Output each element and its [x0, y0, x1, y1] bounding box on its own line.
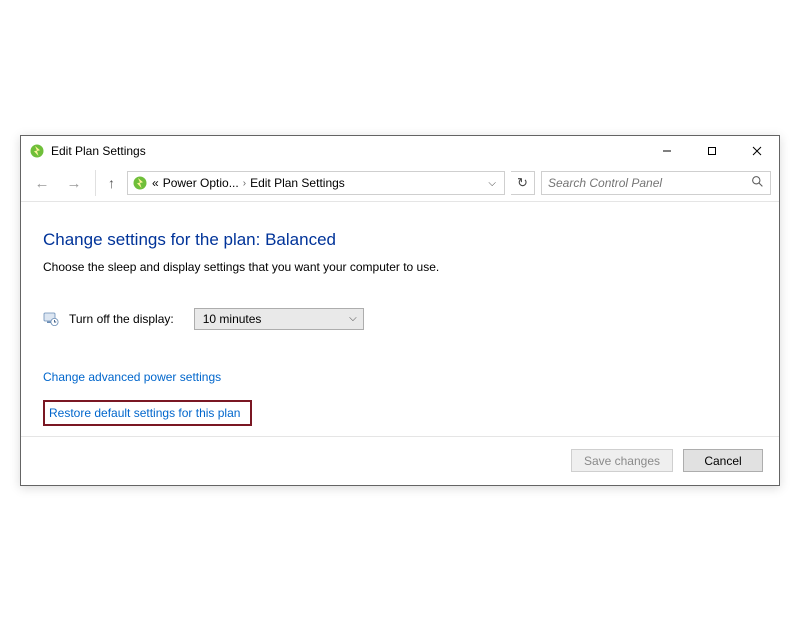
- address-bar[interactable]: « Power Optio... › Edit Plan Settings ⌵: [127, 171, 505, 195]
- page-heading: Change settings for the plan: Balanced: [43, 230, 757, 250]
- content-area: Change settings for the plan: Balanced C…: [21, 202, 779, 437]
- search-box[interactable]: [541, 171, 771, 195]
- breadcrumb-segment[interactable]: Power Optio...: [163, 176, 239, 190]
- select-value: 10 minutes: [203, 312, 262, 326]
- chevron-down-icon: ⌵: [349, 313, 357, 324]
- display-timeout-select[interactable]: 10 minutes ⌵: [194, 308, 364, 330]
- titlebar: Edit Plan Settings: [21, 136, 779, 166]
- footer-buttons: Save changes Cancel: [21, 437, 779, 485]
- power-options-icon: [132, 175, 148, 191]
- back-button[interactable]: ←: [29, 170, 55, 196]
- display-timeout-row: Turn off the display: 10 minutes ⌵: [43, 308, 757, 330]
- display-timeout-label: Turn off the display:: [69, 312, 174, 326]
- breadcrumb-prefix: «: [152, 176, 159, 190]
- save-changes-button[interactable]: Save changes: [571, 449, 673, 472]
- navigation-bar: ← → ↑ « Power Optio... › Edit Plan Setti…: [21, 166, 779, 202]
- up-button[interactable]: ↑: [95, 170, 121, 196]
- search-icon[interactable]: [751, 175, 764, 191]
- control-panel-window: Edit Plan Settings ← → ↑ «: [20, 135, 780, 486]
- restore-defaults-link[interactable]: Restore default settings for this plan: [49, 406, 240, 420]
- power-options-icon: [29, 143, 45, 159]
- chevron-right-icon: ›: [243, 178, 246, 189]
- page-subtext: Choose the sleep and display settings th…: [43, 260, 757, 274]
- close-button[interactable]: [734, 136, 779, 166]
- minimize-button[interactable]: [644, 136, 689, 166]
- window-title: Edit Plan Settings: [51, 144, 146, 158]
- maximize-button[interactable]: [689, 136, 734, 166]
- refresh-button[interactable]: ↻: [511, 171, 535, 195]
- chevron-down-icon[interactable]: ⌵: [484, 178, 500, 189]
- breadcrumb-segment[interactable]: Edit Plan Settings: [250, 176, 345, 190]
- forward-button[interactable]: →: [61, 170, 87, 196]
- links-section: Change advanced power settings Restore d…: [43, 370, 757, 426]
- advanced-power-settings-link[interactable]: Change advanced power settings: [43, 370, 757, 384]
- search-input[interactable]: [548, 176, 751, 190]
- monitor-clock-icon: [43, 311, 59, 327]
- restore-defaults-highlight: Restore default settings for this plan: [43, 400, 252, 426]
- cancel-button[interactable]: Cancel: [683, 449, 763, 472]
- caption-buttons: [644, 136, 779, 166]
